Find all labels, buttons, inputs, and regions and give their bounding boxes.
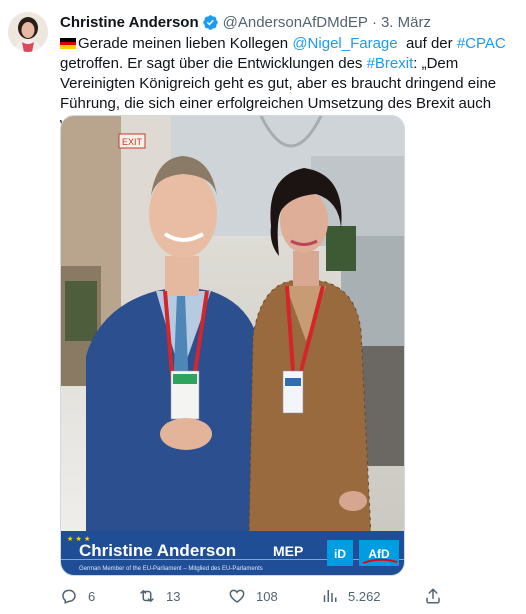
hashtag-link[interactable]: #Brexit [367, 55, 414, 72]
like-count: 108 [256, 588, 278, 604]
author-name[interactable]: Christine Anderson [60, 14, 199, 31]
tweet-date[interactable]: 3. März [381, 14, 431, 31]
views-button[interactable]: 5.262 [320, 586, 381, 606]
retweet-button[interactable]: 13 [138, 586, 180, 606]
verified-badge-icon [202, 14, 218, 30]
retweet-icon [140, 590, 154, 602]
reply-button[interactable]: 6 [60, 586, 95, 606]
heart-icon [229, 589, 245, 603]
tweet[interactable]: Christine Anderson @AndersonAfDMdEP · 3.… [0, 0, 526, 614]
separator-dot: · [371, 13, 377, 31]
views-count: 5.262 [348, 588, 381, 604]
banner-subtitle: German Member of the EU-Parliament – Mit… [79, 566, 263, 572]
retweet-count: 13 [166, 588, 181, 604]
tweet-photo[interactable]: EXIT ★ ★ ★ Christine Anderson MEP German… [60, 115, 405, 576]
photo-scene: EXIT ★ ★ ★ Christine Anderson MEP German… [61, 116, 404, 575]
afd-id-logo: iD [334, 547, 346, 561]
mention-link[interactable]: @Nigel_Farage [292, 35, 397, 52]
author-handle[interactable]: @AndersonAfDMdEP [223, 14, 368, 31]
share-button[interactable] [424, 586, 442, 606]
avatar[interactable] [8, 12, 48, 52]
tweet-actions: 6 13 108 5.262 [60, 586, 512, 606]
reply-count: 6 [88, 588, 96, 604]
reply-icon [62, 589, 76, 604]
banner-name: Christine Anderson [79, 541, 236, 560]
views-icon [323, 590, 337, 602]
tweet-header: Christine Anderson @AndersonAfDMdEP · 3.… [60, 12, 512, 32]
germany-flag-icon [60, 38, 76, 49]
banner-title: MEP [273, 543, 303, 559]
exit-sign: EXIT [122, 137, 143, 147]
share-icon [426, 588, 440, 604]
tweet-text-part: getroffen. Er sagt über die Entwicklunge… [60, 55, 367, 72]
like-button[interactable]: 108 [228, 586, 278, 606]
tweet-text-part: auf der [397, 35, 457, 52]
tweet-text-part: Gerade meinen lieben Kollegen [78, 35, 293, 52]
hashtag-link[interactable]: #CPAC [457, 35, 506, 52]
